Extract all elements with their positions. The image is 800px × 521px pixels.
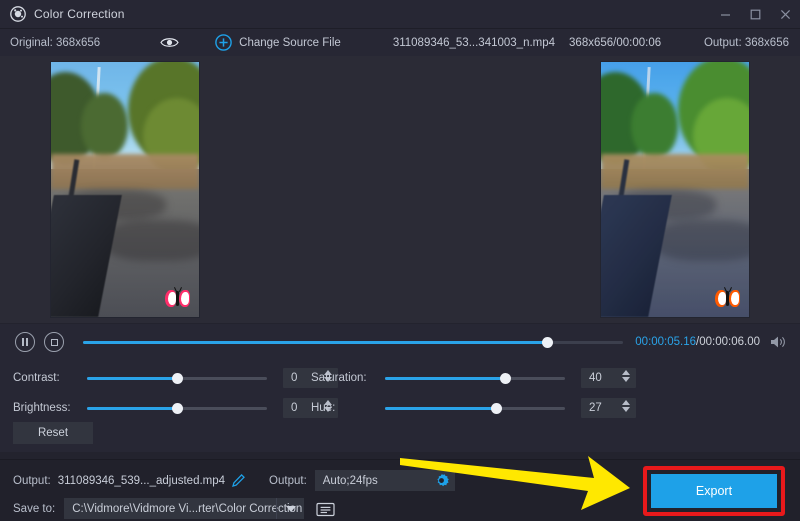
folder-icon xyxy=(316,501,335,517)
current-time: 00:00:05.16 xyxy=(635,336,696,348)
change-source-file-button[interactable]: Change Source File xyxy=(215,34,341,51)
output-format-value: Auto;24fps xyxy=(323,475,378,487)
save-to-label: Save to: xyxy=(13,503,55,515)
stop-icon xyxy=(51,339,58,346)
hue-arrows xyxy=(622,400,630,412)
color-correction-logo-icon xyxy=(10,6,26,22)
original-preview[interactable] xyxy=(51,62,199,317)
contrast-control: Contrast: 0 xyxy=(13,366,338,390)
hue-stepper[interactable]: 27 xyxy=(581,398,636,418)
brightness-control: Brightness: 0 xyxy=(13,396,338,420)
output-file-row: Output: 311089346_539..._adjusted.mp4 Ou… xyxy=(13,470,455,491)
minimize-button[interactable] xyxy=(710,0,740,29)
export-bar: Output: 311089346_539..._adjusted.mp4 Ou… xyxy=(0,459,800,521)
saturation-fill xyxy=(385,377,506,380)
hue-value: 27 xyxy=(589,402,602,414)
saturation-label: Saturation: xyxy=(311,372,385,384)
original-size-label: Original: 368x656 xyxy=(10,37,100,49)
preview-stage xyxy=(0,56,800,323)
hue-handle[interactable] xyxy=(491,403,502,414)
contrast-slider[interactable] xyxy=(87,368,267,388)
adjustment-panel: Contrast: 0 Brightness: xyxy=(0,360,800,452)
brightness-fill xyxy=(87,407,177,410)
brightness-handle[interactable] xyxy=(172,403,183,414)
brightness-label: Brightness: xyxy=(13,402,87,414)
butterfly-watermark-icon xyxy=(715,290,742,309)
total-time: /00:00:06.00 xyxy=(696,336,760,348)
chevron-down-icon[interactable] xyxy=(622,407,630,412)
hue-label: Hue: xyxy=(311,402,385,414)
source-filename: 311089346_53...341003_n.mp4 xyxy=(393,37,555,49)
tree-mid xyxy=(631,93,678,159)
hue-control: Hue: 27 xyxy=(311,396,636,420)
save-path-field[interactable]: C:\Vidmore\Vidmore Vi...rter\Color Corre… xyxy=(64,498,304,519)
save-location-row: Save to: C:\Vidmore\Vidmore Vi...rter\Co… xyxy=(13,498,337,519)
contrast-handle[interactable] xyxy=(172,373,183,384)
reset-button[interactable]: Reset xyxy=(13,422,93,444)
output-preview[interactable] xyxy=(601,62,749,317)
timeline-progress xyxy=(83,341,548,344)
preview-toggle-button[interactable] xyxy=(160,36,179,49)
close-button[interactable] xyxy=(770,0,800,29)
speaker-icon xyxy=(770,335,787,349)
road-shadow-2 xyxy=(653,220,749,261)
export-button[interactable]: Export xyxy=(651,474,777,508)
window-controls xyxy=(710,0,800,29)
saturation-control: Saturation: 40 xyxy=(311,366,636,390)
pause-icon xyxy=(22,338,28,346)
output-filename: 311089346_539..._adjusted.mp4 xyxy=(58,475,225,487)
stop-button[interactable] xyxy=(44,332,64,352)
gear-icon xyxy=(434,473,449,488)
hue-fill xyxy=(385,407,497,410)
chevron-up-icon[interactable] xyxy=(622,400,630,405)
close-icon xyxy=(780,9,791,20)
title-bar: Color Correction xyxy=(0,0,800,29)
saturation-slider[interactable] xyxy=(385,368,565,388)
output-format-label: Output: xyxy=(269,475,307,487)
timeline-handle[interactable] xyxy=(542,337,553,348)
pencil-icon xyxy=(232,474,245,487)
save-path-dropdown-button[interactable] xyxy=(276,498,304,519)
time-display: 00:00:05.16/00:00:06.00 xyxy=(635,336,760,348)
saturation-arrows xyxy=(622,370,630,382)
maximize-icon xyxy=(750,9,761,20)
contrast-value: 0 xyxy=(291,372,297,384)
output-size-label: Output: 368x656 xyxy=(704,37,789,49)
timeline-slider[interactable] xyxy=(83,332,623,352)
road-shadow-2 xyxy=(103,220,199,261)
format-settings-button[interactable] xyxy=(434,473,449,488)
color-correction-window: Color Correction Original: 368x656 xyxy=(0,0,800,521)
butterfly-watermark-icon xyxy=(165,290,192,309)
eye-icon xyxy=(160,36,179,49)
plus-circle-icon xyxy=(215,34,232,51)
output-format-field[interactable]: Auto;24fps xyxy=(315,470,455,491)
contrast-label: Contrast: xyxy=(13,372,87,384)
chevron-down-icon[interactable] xyxy=(622,377,630,382)
hue-slider[interactable] xyxy=(385,398,565,418)
tree-mid xyxy=(81,93,128,159)
transport-bar: 00:00:05.16/00:00:06.00 xyxy=(0,323,800,360)
pause-button[interactable] xyxy=(15,332,35,352)
chevron-up-icon[interactable] xyxy=(622,370,630,375)
maximize-button[interactable] xyxy=(740,0,770,29)
save-path-value: C:\Vidmore\Vidmore Vi...rter\Color Corre… xyxy=(72,503,302,515)
source-dimensions: 368x656/00:00:06 xyxy=(569,37,661,49)
output-file-label: Output: xyxy=(13,475,51,487)
browse-folder-button[interactable] xyxy=(313,498,337,519)
window-title: Color Correction xyxy=(34,7,125,21)
chevron-down-icon xyxy=(286,506,296,512)
minimize-icon xyxy=(720,9,731,20)
rename-output-button[interactable] xyxy=(232,474,245,487)
volume-button[interactable] xyxy=(770,335,787,349)
contrast-fill xyxy=(87,377,177,380)
saturation-stepper[interactable]: 40 xyxy=(581,368,636,388)
brightness-slider[interactable] xyxy=(87,398,267,418)
change-source-file-label: Change Source File xyxy=(239,37,341,49)
source-toolbar: Original: 368x656 Change Source File 311… xyxy=(0,29,800,56)
saturation-value: 40 xyxy=(589,372,602,384)
saturation-handle[interactable] xyxy=(500,373,511,384)
brightness-value: 0 xyxy=(291,402,297,414)
